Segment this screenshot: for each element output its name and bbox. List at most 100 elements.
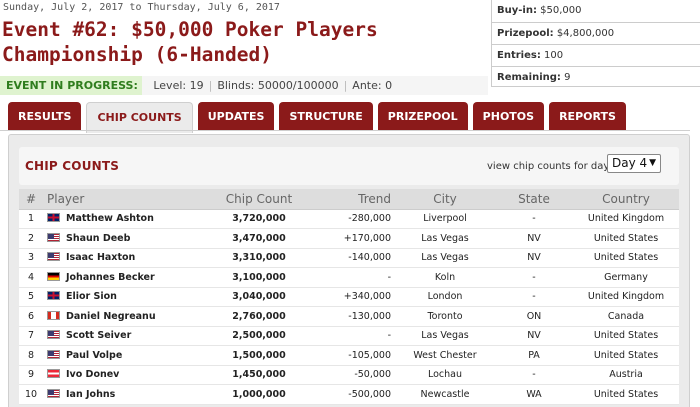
rank-cell: 2 <box>19 228 43 249</box>
city-cell: Las Vegas <box>395 248 495 268</box>
player-cell[interactable]: Ivo Donev <box>43 365 211 385</box>
buyin-row: Buy-in: $50,000 <box>497 5 582 16</box>
state-cell: - <box>495 365 573 385</box>
state-cell: WA <box>495 384 573 405</box>
tab-photos[interactable]: PHOTOS <box>472 102 545 131</box>
col-player[interactable]: Player <box>43 189 211 210</box>
player-name[interactable]: Ivo Donev <box>66 369 119 380</box>
player-cell[interactable]: Paul Volpe <box>43 345 211 366</box>
country-cell: Canada <box>573 306 679 327</box>
player-cell[interactable]: Johannes Becker <box>43 267 211 288</box>
col-trend[interactable]: Trend <box>307 189 395 210</box>
player-name[interactable]: Daniel Negreanu <box>66 311 156 322</box>
table-row[interactable]: 2 Shaun Deeb 3,470,000 +170,000 Las Vegas NV U… <box>19 228 679 249</box>
table-row[interactable]: 9 Ivo Donev 1,450,000 -50,000 Lochau - Austria <box>19 365 679 385</box>
table-header-row: # Player Chip Count Trend City State Cou… <box>19 189 679 210</box>
player-cell[interactable]: Ian Johns <box>43 384 211 405</box>
rank-cell: 9 <box>19 365 43 385</box>
event-in-progress-label: EVENT IN PROGRESS: <box>0 76 142 95</box>
tab-structure[interactable]: STRUCTURE <box>279 102 373 131</box>
us-flag-icon <box>47 349 60 359</box>
player-cell[interactable]: Isaac Haxton <box>43 248 211 268</box>
state-cell: NV <box>495 228 573 249</box>
rank-cell: 6 <box>19 306 43 327</box>
city-cell: Lochau <box>395 365 495 385</box>
tab-reports[interactable]: REPORTS <box>549 102 626 131</box>
trend-cell: -105,000 <box>307 345 395 366</box>
col-country[interactable]: Country <box>573 189 679 210</box>
country-cell: Germany <box>573 267 679 288</box>
day-select[interactable]: Day 4 ▼ <box>607 154 661 173</box>
chip-count-cell: 2,760,000 <box>211 306 307 327</box>
player-cell[interactable]: Scott Seiver <box>43 326 211 346</box>
rank-cell: 4 <box>19 267 43 288</box>
table-row[interactable]: 6 Daniel Negreanu 2,760,000 -130,000 Toronto… <box>19 306 679 327</box>
chip-counts-panel: CHIP COUNTS view chip counts for day: Da… <box>8 134 690 407</box>
player-cell[interactable]: Shaun Deeb <box>43 228 211 249</box>
tab-prizepool[interactable]: PRIZEPOOL <box>377 102 468 131</box>
country-cell: United States <box>573 326 679 346</box>
table-row[interactable]: 7 Scott Seiver 2,500,000- Las Vegas NV United… <box>19 326 679 346</box>
city-cell: Liverpool <box>395 209 495 229</box>
separator: | <box>343 79 348 92</box>
chip-count-cell: 3,100,000 <box>211 267 307 288</box>
trend-cell: +170,000 <box>307 228 395 249</box>
rank-cell: 10 <box>19 384 43 405</box>
player-cell[interactable]: Daniel Negreanu <box>43 306 211 327</box>
rank-cell: 5 <box>19 287 43 307</box>
city-cell: Las Vegas <box>395 228 495 249</box>
country-cell: United Kingdom <box>573 209 679 229</box>
tab-divider <box>0 130 690 131</box>
panel-title: CHIP COUNTS <box>25 159 120 173</box>
us-flag-icon <box>47 330 60 340</box>
city-cell: Las Vegas <box>395 326 495 346</box>
day-select-label: view chip counts for day: <box>487 161 612 172</box>
de-flag-icon <box>47 271 60 281</box>
ante-text: Ante: 0 <box>352 79 393 92</box>
player-name[interactable]: Johannes Becker <box>66 272 155 283</box>
player-name[interactable]: Shaun Deeb <box>66 233 130 244</box>
us-flag-icon <box>47 232 60 242</box>
city-cell: West Chester <box>395 345 495 366</box>
rank-cell: 3 <box>19 248 43 268</box>
country-cell: United States <box>573 228 679 249</box>
player-name[interactable]: Scott Seiver <box>66 330 131 341</box>
country-cell: United Kingdom <box>573 287 679 307</box>
table-row[interactable]: 10 Ian Johns 1,000,000 -500,000 Newcastle WA U… <box>19 384 679 405</box>
event-info-box: Buy-in: $50,000 Prizepool: $4,800,000 En… <box>491 0 700 87</box>
chip-count-cell: 1,500,000 <box>211 345 307 366</box>
country-cell: United States <box>573 345 679 366</box>
player-name[interactable]: Matthew Ashton <box>66 213 154 224</box>
table-row[interactable]: 3 Isaac Haxton 3,310,000 -140,000 Las Vegas N… <box>19 248 679 268</box>
table-row[interactable]: 5 Elior Sion 3,040,000 +340,000 London - Unite… <box>19 287 679 307</box>
col-state[interactable]: State <box>495 189 573 210</box>
event-status-bar: EVENT IN PROGRESS: Level: 19 | Blinds: 500… <box>0 76 488 95</box>
col-chip-count[interactable]: Chip Count <box>211 189 307 210</box>
col-city[interactable]: City <box>395 189 495 210</box>
table-row[interactable]: 1 Matthew Ashton 3,720,000 -280,000 Liverpoo… <box>19 209 679 229</box>
prizepool-row: Prizepool: $4,800,000 <box>492 22 700 44</box>
player-name[interactable]: Elior Sion <box>66 291 117 302</box>
player-name[interactable]: Ian Johns <box>66 389 115 400</box>
player-name[interactable]: Isaac Haxton <box>66 252 135 263</box>
tab-chip-counts[interactable]: CHIP COUNTS <box>86 102 193 133</box>
player-cell[interactable]: Matthew Ashton <box>43 209 211 229</box>
us-flag-icon <box>47 252 60 262</box>
tab-results[interactable]: RESULTS <box>8 102 82 131</box>
us-flag-icon <box>47 388 60 398</box>
chip-count-cell: 3,040,000 <box>211 287 307 307</box>
chip-count-cell: 1,450,000 <box>211 365 307 385</box>
player-cell[interactable]: Elior Sion <box>43 287 211 307</box>
table-row[interactable]: 4 Johannes Becker 3,100,000- Koln - Germany <box>19 267 679 288</box>
city-cell: Newcastle <box>395 384 495 405</box>
table-body: 1 Matthew Ashton 3,720,000 -280,000 Liverpoo… <box>19 209 679 405</box>
col-rank[interactable]: # <box>19 189 43 210</box>
chip-count-cell: 3,720,000 <box>211 209 307 229</box>
trend-cell: -280,000 <box>307 209 395 229</box>
trend-cell: -500,000 <box>307 384 395 405</box>
table-row[interactable]: 8 Paul Volpe 1,500,000 -105,000 West Chester… <box>19 345 679 366</box>
blinds-text: Blinds: 50000/100000 <box>217 79 339 92</box>
tab-updates[interactable]: UPDATES <box>197 102 275 131</box>
player-name[interactable]: Paul Volpe <box>66 350 122 361</box>
city-cell: Koln <box>395 267 495 288</box>
